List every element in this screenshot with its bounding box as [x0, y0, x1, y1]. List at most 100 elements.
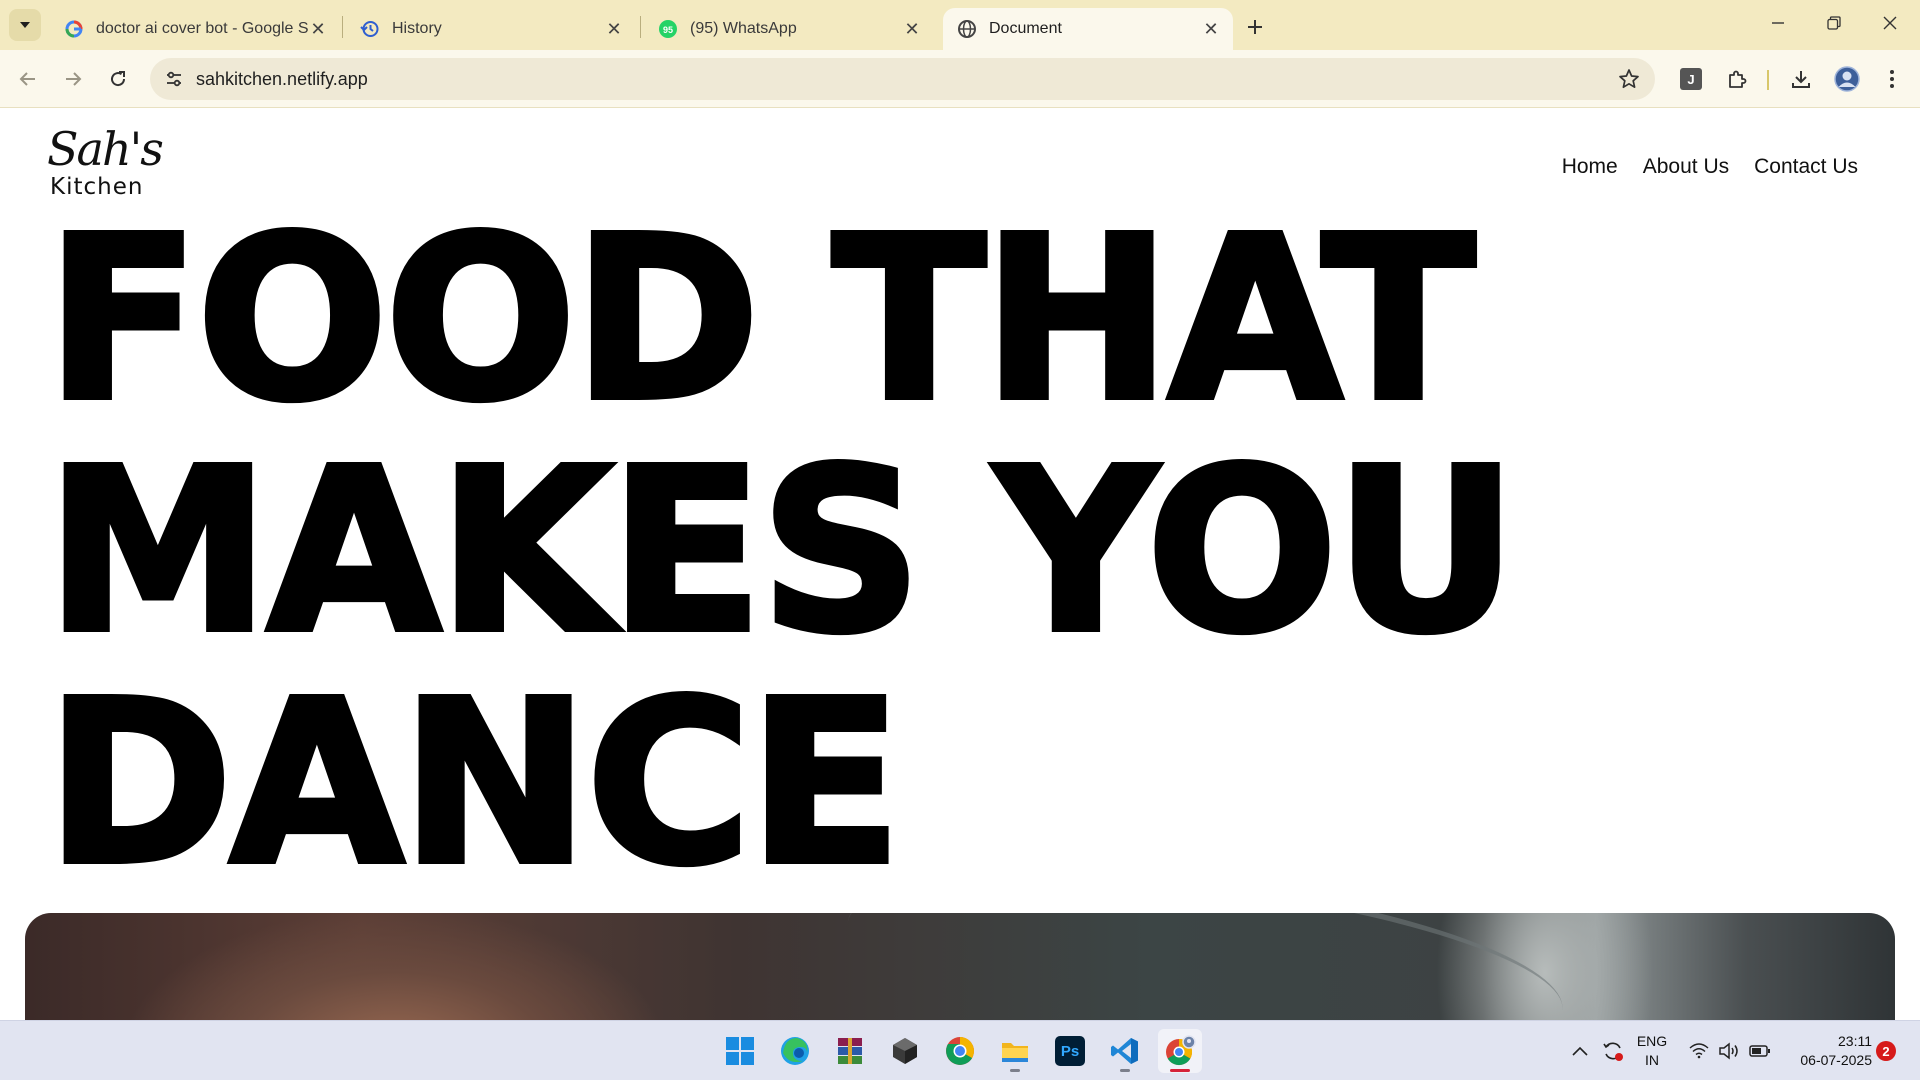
taskbar-app-edge[interactable] [773, 1029, 817, 1073]
whatsapp-icon: 95 [658, 19, 678, 39]
winrar-icon [838, 1038, 862, 1064]
tray-battery[interactable] [1745, 1029, 1775, 1073]
arrow-left-icon [19, 72, 35, 86]
avatar-icon [1834, 66, 1860, 92]
taskbar-app-file-explorer[interactable] [993, 1029, 1037, 1073]
clock-time: 23:11 [1838, 1033, 1872, 1049]
taskbar-app-winrar[interactable] [828, 1029, 872, 1073]
close-tab-icon[interactable]: ✕ [1201, 19, 1221, 39]
minimize-icon [1772, 22, 1784, 24]
close-tab-icon[interactable]: ✕ [604, 19, 624, 39]
tab-separator [640, 16, 641, 38]
hero-line: DANCE [43, 653, 905, 915]
close-tab-icon[interactable]: ✕ [308, 19, 328, 39]
tab-title: History [392, 20, 442, 37]
back-button[interactable] [10, 61, 46, 97]
taskbar-app-chrome[interactable] [938, 1029, 982, 1073]
language-indicator[interactable]: ENG IN [1634, 1032, 1670, 1070]
tray-volume[interactable] [1714, 1029, 1744, 1073]
history-icon [360, 19, 380, 39]
notification-badge[interactable]: 2 [1876, 1041, 1896, 1061]
minimize-button[interactable] [1750, 0, 1806, 46]
tab-document[interactable]: Document ✕ [943, 8, 1233, 50]
close-tab-icon[interactable]: ✕ [902, 19, 922, 39]
hero-line: MAKES YOU [43, 421, 1520, 683]
chrome-canary-icon [1166, 1035, 1196, 1066]
tab-title: Document [989, 20, 1062, 37]
new-tab-button[interactable] [1240, 12, 1270, 42]
web-page: Sah's Kitchen Home About Us Contact Us F… [0, 109, 1920, 1020]
download-icon [1792, 71, 1810, 88]
tab-strip: doctor ai cover bot - Google Se ✕ Histor… [0, 0, 1920, 50]
sync-icon [1603, 1042, 1623, 1061]
language-code: ENG [1636, 1033, 1668, 1049]
restore-icon [1827, 16, 1841, 30]
running-indicator [1010, 1069, 1020, 1072]
vscode-icon [1111, 1038, 1138, 1064]
forward-button[interactable] [55, 61, 91, 97]
downloads-button[interactable] [1785, 63, 1817, 95]
obsidian-icon [893, 1038, 917, 1064]
logo-script-text: Sah's [47, 122, 164, 176]
tray-overflow-button[interactable] [1567, 1029, 1593, 1073]
address-url[interactable]: sahkitchen.netlify.app [196, 69, 368, 90]
nav-contact-link[interactable]: Contact Us [1754, 155, 1858, 179]
bookmark-star-icon[interactable] [1617, 67, 1641, 91]
browser-menu-button[interactable] [1876, 63, 1908, 95]
globe-icon [957, 19, 977, 39]
hero-line: FOOD THAT [43, 189, 1478, 451]
taskbar-app-photoshop[interactable]: Ps [1048, 1029, 1092, 1073]
reload-icon [111, 71, 126, 87]
photoshop-icon: Ps [1055, 1036, 1085, 1066]
nav-about-link[interactable]: About Us [1643, 155, 1729, 179]
taskbar-app-chrome-canary[interactable] [1158, 1029, 1202, 1073]
chevron-down-icon [20, 22, 30, 28]
close-window-button[interactable] [1862, 0, 1918, 46]
tray-sync-button[interactable] [1597, 1029, 1629, 1073]
tab-history[interactable]: History ✕ [346, 8, 636, 50]
profile-j-icon: J [1680, 68, 1702, 90]
browser-toolbar: sahkitchen.netlify.app J [0, 50, 1920, 108]
tab-separator [342, 16, 343, 38]
battery-icon [1749, 1045, 1770, 1057]
tab-search-button[interactable] [9, 9, 41, 41]
speaker-icon [1719, 1042, 1738, 1060]
close-icon [1883, 16, 1897, 30]
taskbar-app-obsidian[interactable] [883, 1029, 927, 1073]
chevron-up-icon [1572, 1046, 1588, 1056]
arrow-right-icon [66, 72, 82, 86]
plus-icon [1248, 20, 1262, 34]
clock-date: 06-07-2025 [1800, 1052, 1872, 1068]
windows-start-icon [726, 1037, 754, 1065]
toolbar-divider [1767, 70, 1769, 90]
running-indicator [1120, 1069, 1130, 1072]
reload-button[interactable] [100, 61, 136, 97]
address-bar[interactable]: sahkitchen.netlify.app [150, 58, 1655, 100]
puzzle-icon [1729, 70, 1747, 88]
profile-button[interactable] [1831, 63, 1863, 95]
start-button[interactable] [718, 1029, 762, 1073]
windows-taskbar: Ps ENG IN 23:11 06-07-2025 2 [0, 1020, 1920, 1080]
file-explorer-icon [1002, 1043, 1028, 1062]
tab-title: (95) WhatsApp [690, 20, 797, 37]
restore-button[interactable] [1806, 0, 1862, 46]
edge-icon [781, 1037, 809, 1065]
tab-title: doctor ai cover bot - Google Se [96, 20, 308, 37]
region-code: IN [1645, 1052, 1659, 1068]
wifi-icon [1689, 1043, 1709, 1059]
extension-j-button[interactable]: J [1675, 63, 1707, 95]
clock[interactable]: 23:11 06-07-2025 [1782, 1032, 1872, 1070]
tab-google-search[interactable]: doctor ai cover bot - Google Se ✕ [50, 8, 340, 50]
site-info-icon[interactable] [160, 65, 188, 93]
chrome-icon [946, 1037, 974, 1065]
kebab-menu-icon [1890, 70, 1894, 88]
nav-home-link[interactable]: Home [1562, 155, 1618, 179]
site-nav: Home About Us Contact Us [1562, 155, 1858, 179]
tab-whatsapp[interactable]: 95 (95) WhatsApp ✕ [644, 8, 934, 50]
taskbar-app-vscode[interactable] [1103, 1029, 1147, 1073]
google-icon [64, 19, 84, 39]
hero-heading: FOOD THAT MAKES YOU DANCE [43, 189, 1520, 915]
extensions-button[interactable] [1721, 63, 1753, 95]
tray-wifi[interactable] [1684, 1029, 1714, 1073]
svg-text:95: 95 [663, 25, 673, 35]
